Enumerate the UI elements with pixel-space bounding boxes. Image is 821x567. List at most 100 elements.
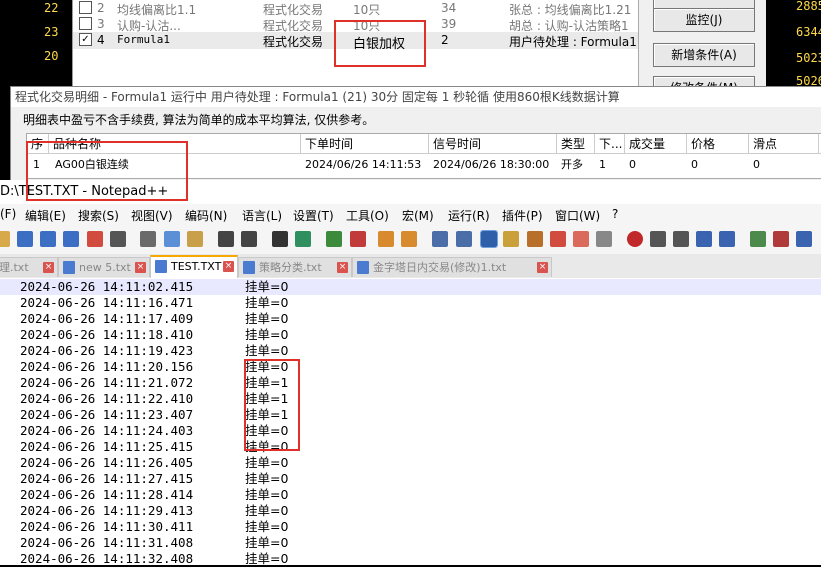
close-tab-icon[interactable]: ×: [43, 262, 54, 273]
open-file-icon[interactable]: [17, 231, 33, 247]
menu-edit[interactable]: 编辑(E): [25, 207, 66, 224]
cut-icon[interactable]: [140, 231, 156, 247]
doc-map-icon[interactable]: [527, 231, 543, 247]
line-value: 挂单=0: [245, 455, 289, 470]
line-value: 挂单=0: [245, 535, 289, 550]
menu-run[interactable]: 运行(R): [448, 207, 490, 224]
text-line[interactable]: 2024-06-26 14:11:02.415 挂单=0: [0, 279, 821, 295]
tab-file-1[interactable]: 理.txt ×: [0, 257, 58, 277]
sync-horizontal-icon[interactable]: [401, 231, 417, 247]
text-line[interactable]: 2024-06-26 14:11:23.407 挂单=1: [0, 407, 821, 423]
menu-tools[interactable]: 工具(O): [346, 207, 389, 224]
tab-file-5[interactable]: 金字塔日内交易(修改)1.txt ×: [352, 257, 552, 277]
tab-label: 策略分类.txt: [259, 261, 322, 274]
tab-label: new 5.txt: [79, 261, 131, 274]
replace-icon[interactable]: [295, 231, 311, 247]
record-macro-icon[interactable]: [627, 231, 643, 247]
save-all-icon[interactable]: [63, 231, 79, 247]
text-line[interactable]: 2024-06-26 14:11:21.072 挂单=1: [0, 375, 821, 391]
save-macro-icon[interactable]: [719, 231, 735, 247]
strategy-checkbox[interactable]: [79, 1, 92, 14]
text-line[interactable]: 2024-06-26 14:11:16.471 挂单=0: [0, 295, 821, 311]
menu-settings[interactable]: 设置(T): [293, 207, 334, 224]
show-symbols-icon[interactable]: [456, 231, 472, 247]
text-line[interactable]: 2024-06-26 14:11:24.403 挂单=0: [0, 423, 821, 439]
text-line[interactable]: 2024-06-26 14:11:22.410 挂单=1: [0, 391, 821, 407]
close-file-icon[interactable]: [87, 231, 103, 247]
tab-file-2[interactable]: new 5.txt ×: [58, 257, 150, 277]
add-condition-button[interactable]: 新增条件(A): [653, 43, 755, 67]
line-timestamp: 2024-06-26 14:11:16.471: [20, 295, 194, 310]
stop-macro-icon[interactable]: [650, 231, 666, 247]
text-editor[interactable]: 2024-06-26 14:11:02.415 挂单=0 2024-06-26 14…: [0, 278, 821, 566]
column-header[interactable]: 下...: [595, 134, 625, 154]
text-line[interactable]: 2024-06-26 14:11:25.415 挂单=0: [0, 439, 821, 455]
text-line[interactable]: 2024-06-26 14:11:28.414 挂单=0: [0, 487, 821, 503]
new-file-icon[interactable]: [0, 231, 10, 247]
text-line[interactable]: 2024-06-26 14:11:20.156 挂单=0: [0, 359, 821, 375]
print-icon[interactable]: [110, 231, 126, 247]
plugin-b-icon[interactable]: [773, 231, 789, 247]
text-line[interactable]: 2024-06-26 14:11:26.405 挂单=0: [0, 455, 821, 471]
menu-view[interactable]: 视图(V): [131, 207, 173, 224]
menu-help[interactable]: ?: [612, 207, 618, 221]
monitor-icon[interactable]: [596, 231, 612, 247]
menu-plugins[interactable]: 插件(P): [502, 207, 543, 224]
notepad-toolbar: [0, 226, 821, 255]
column-header[interactable]: 下单时间: [301, 134, 429, 154]
zoom-out-icon[interactable]: [350, 231, 366, 247]
function-list-icon[interactable]: [550, 231, 566, 247]
paste-icon[interactable]: [187, 231, 203, 247]
sync-vertical-icon[interactable]: [378, 231, 394, 247]
undo-icon[interactable]: [218, 231, 234, 247]
run-macro-multiple-icon[interactable]: [696, 231, 712, 247]
menu-file[interactable]: (F): [0, 207, 16, 221]
close-tab-icon[interactable]: ×: [537, 262, 548, 273]
close-tab-icon[interactable]: ×: [135, 262, 146, 273]
text-line[interactable]: 2024-06-26 14:11:18.410 挂单=0: [0, 327, 821, 343]
menu-search[interactable]: 搜索(S): [78, 207, 119, 224]
menu-macro[interactable]: 宏(M): [402, 207, 434, 224]
tab-test-txt[interactable]: TEST.TXT ×: [150, 255, 238, 278]
column-header[interactable]: 信号时间: [429, 134, 557, 154]
language-icon[interactable]: [503, 231, 519, 247]
text-line[interactable]: 2024-06-26 14:11:17.409 挂单=0: [0, 311, 821, 327]
tab-file-4[interactable]: 策略分类.txt ×: [238, 257, 352, 277]
text-line[interactable]: 2024-06-26 14:11:19.423 挂单=0: [0, 343, 821, 359]
plugin-a-icon[interactable]: [750, 231, 766, 247]
menu-window[interactable]: 窗口(W): [555, 207, 600, 224]
zoom-in-icon[interactable]: [326, 231, 342, 247]
indent-guide-icon[interactable]: [480, 230, 498, 248]
line-timestamp: 2024-06-26 14:11:25.415: [20, 439, 194, 454]
column-header[interactable]: 价格: [687, 134, 749, 154]
column-header[interactable]: 滑点: [749, 134, 819, 154]
close-tab-icon[interactable]: ×: [337, 262, 348, 273]
line-value: 挂单=0: [245, 343, 289, 358]
strategy-checkbox[interactable]: [79, 17, 92, 30]
monitor-button[interactable]: 监控(J): [653, 8, 755, 32]
text-line[interactable]: 2024-06-26 14:11:29.413 挂单=0: [0, 503, 821, 519]
line-timestamp: 2024-06-26 14:11:17.409: [20, 311, 194, 326]
line-value: 挂单=0: [245, 311, 289, 326]
column-header[interactable]: 成交量: [625, 134, 687, 154]
play-macro-icon[interactable]: [673, 231, 689, 247]
save-icon[interactable]: [40, 231, 56, 247]
strategy-row[interactable]: 2 均线偏离比1.1 程式化交易 10只 34 张总 : 均线偏离比1.21: [73, 0, 639, 17]
text-line[interactable]: 2024-06-26 14:11:27.415 挂单=0: [0, 471, 821, 487]
close-tab-icon[interactable]: ×: [223, 261, 234, 272]
tab-label: 理.txt: [0, 261, 29, 274]
word-wrap-icon[interactable]: [432, 231, 448, 247]
plugin-c-icon[interactable]: [796, 231, 812, 247]
column-header[interactable]: 类型: [557, 134, 595, 154]
folder-workspace-icon[interactable]: [573, 231, 589, 247]
text-line[interactable]: 2024-06-26 14:11:31.408 挂单=0: [0, 535, 821, 551]
menu-encoding[interactable]: 编码(N): [185, 207, 227, 224]
menu-language[interactable]: 语言(L): [242, 207, 282, 224]
text-line[interactable]: 2024-06-26 14:11:30.411 挂单=0: [0, 519, 821, 535]
notepad-tab-bar: 理.txt × new 5.txt × TEST.TXT × 策略分类.txt …: [0, 254, 821, 279]
strategy-checkbox-checked[interactable]: ✓: [79, 33, 92, 46]
copy-icon[interactable]: [164, 231, 180, 247]
redo-icon[interactable]: [241, 231, 257, 247]
modify-condition-button[interactable]: 修改条件(M): [653, 76, 755, 86]
find-icon[interactable]: [272, 231, 288, 247]
